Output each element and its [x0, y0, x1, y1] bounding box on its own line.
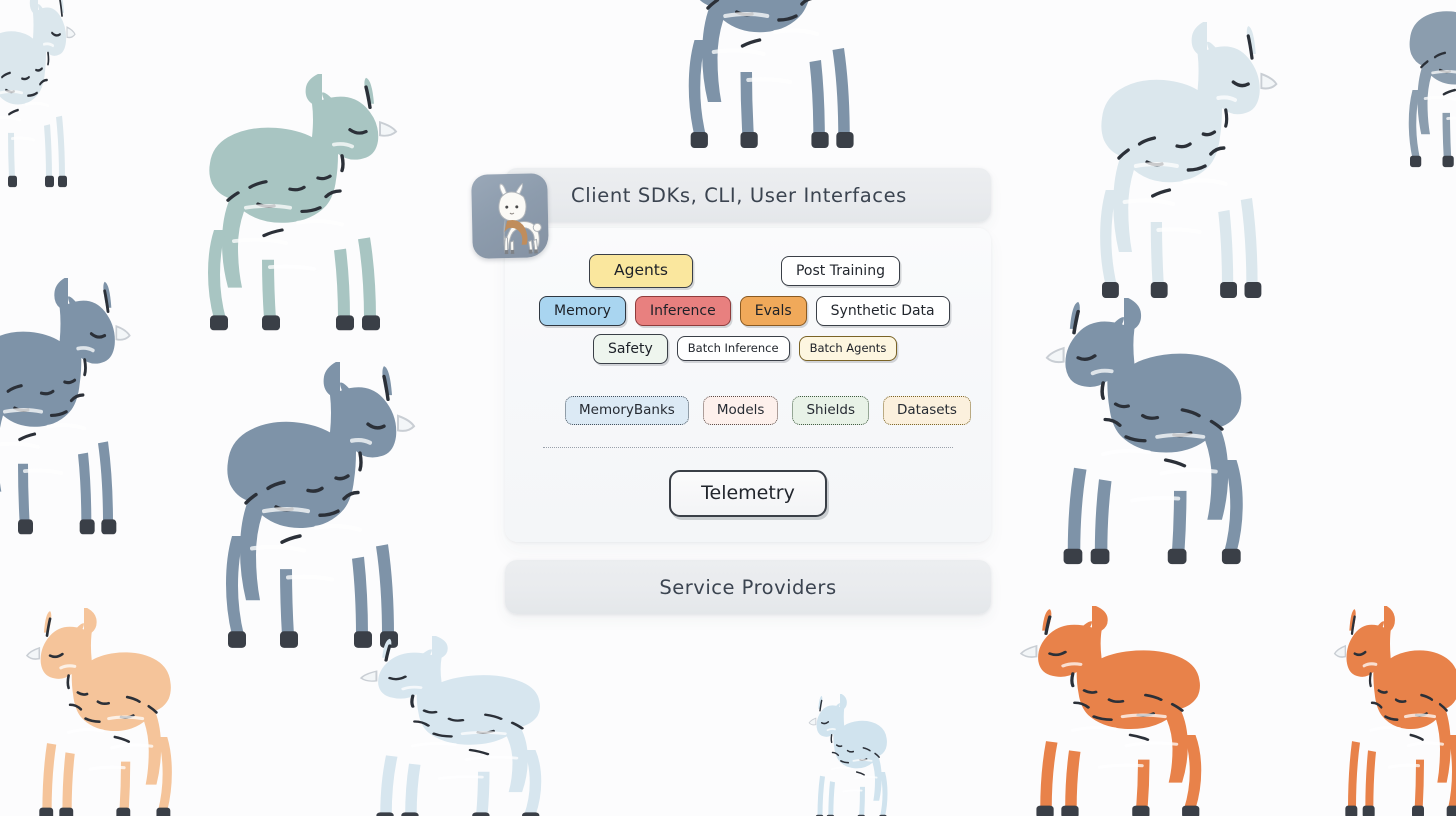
api-pill-batch-agents[interactable]: Batch Agents [798, 335, 898, 362]
diagram-canvas: Client SDKs, CLI, User Interfaces Agents… [0, 0, 1456, 816]
llama-icon [471, 173, 549, 259]
api-row-2: Memory Inference Evals Synthetic Data [539, 295, 957, 326]
llama-peach-bottom-left [10, 608, 195, 816]
llama-orange-bottom [1000, 606, 1230, 816]
llama-right-edge-slate [1390, 0, 1456, 170]
llama-slate-center-left [196, 362, 436, 652]
llama-teal-upper-left [178, 74, 418, 334]
llama-top-slate-center [660, 0, 890, 152]
api-pill-safety[interactable]: Safety [593, 333, 668, 364]
architecture-stack: Client SDKs, CLI, User Interfaces Agents… [471, 168, 991, 614]
resource-pill-memorybanks[interactable]: MemoryBanks [565, 395, 689, 425]
telemetry-row: Telemetry [539, 470, 957, 517]
llama-pale-bottom-center [340, 636, 570, 816]
api-pill-evals[interactable]: Evals [739, 295, 807, 326]
api-row-3: Safety Batch Inference Batch Agents [539, 333, 957, 364]
api-pill-batch-inference[interactable]: Batch Inference [676, 335, 790, 362]
telemetry-pill[interactable]: Telemetry [669, 470, 827, 517]
api-pill-inference[interactable]: Inference [634, 295, 731, 326]
llama-top-pale-right [1072, 22, 1297, 302]
llama-small-pale-bottom [800, 694, 900, 816]
api-pill-post-training[interactable]: Post Training [780, 255, 900, 286]
resource-pill-row: MemoryBanks Models Shields Datasets [539, 395, 971, 425]
section-divider [543, 447, 953, 448]
service-providers-label: Service Providers [659, 575, 837, 599]
llama-left-edge-pale [0, 0, 86, 190]
client-layer-bar[interactable]: Client SDKs, CLI, User Interfaces [471, 168, 991, 259]
resource-pill-models[interactable]: Models [702, 395, 779, 425]
api-row-1: Agents Post Training [539, 254, 957, 288]
llama-left-slate-mid [0, 278, 148, 538]
llama-orange-bottom-right [1320, 606, 1456, 816]
api-pill-agents[interactable]: Agents [589, 254, 693, 288]
resource-pill-datasets[interactable]: Datasets [882, 395, 971, 425]
client-layer-title: Client SDKs, CLI, User Interfaces [571, 183, 907, 207]
api-pill-synthetic-data[interactable]: Synthetic Data [815, 295, 950, 326]
resource-pill-shields[interactable]: Shields [792, 395, 869, 425]
service-providers-bar[interactable]: Service Providers [505, 560, 991, 614]
api-layer-panel: Agents Post Training Memory Inference Evals… [505, 228, 991, 542]
llama-slate-right-mid [1024, 298, 1274, 568]
api-pill-memory[interactable]: Memory [539, 295, 626, 326]
